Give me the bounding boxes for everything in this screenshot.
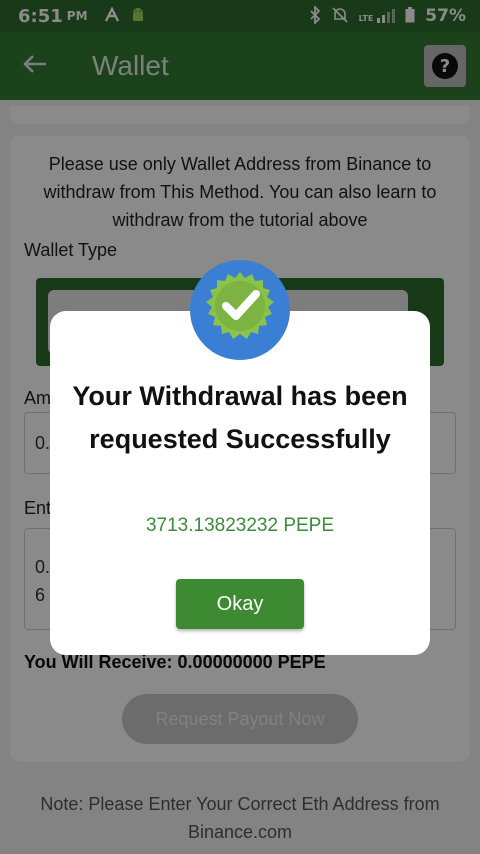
- success-dialog: Your Withdrawal has been requested Succe…: [50, 311, 430, 655]
- success-check-icon: [190, 260, 290, 360]
- okay-button[interactable]: Okay: [176, 579, 304, 629]
- dialog-amount: 3713.13823232 PEPE: [145, 515, 335, 536]
- dialog-title: Your Withdrawal has been requested Succe…: [72, 381, 408, 454]
